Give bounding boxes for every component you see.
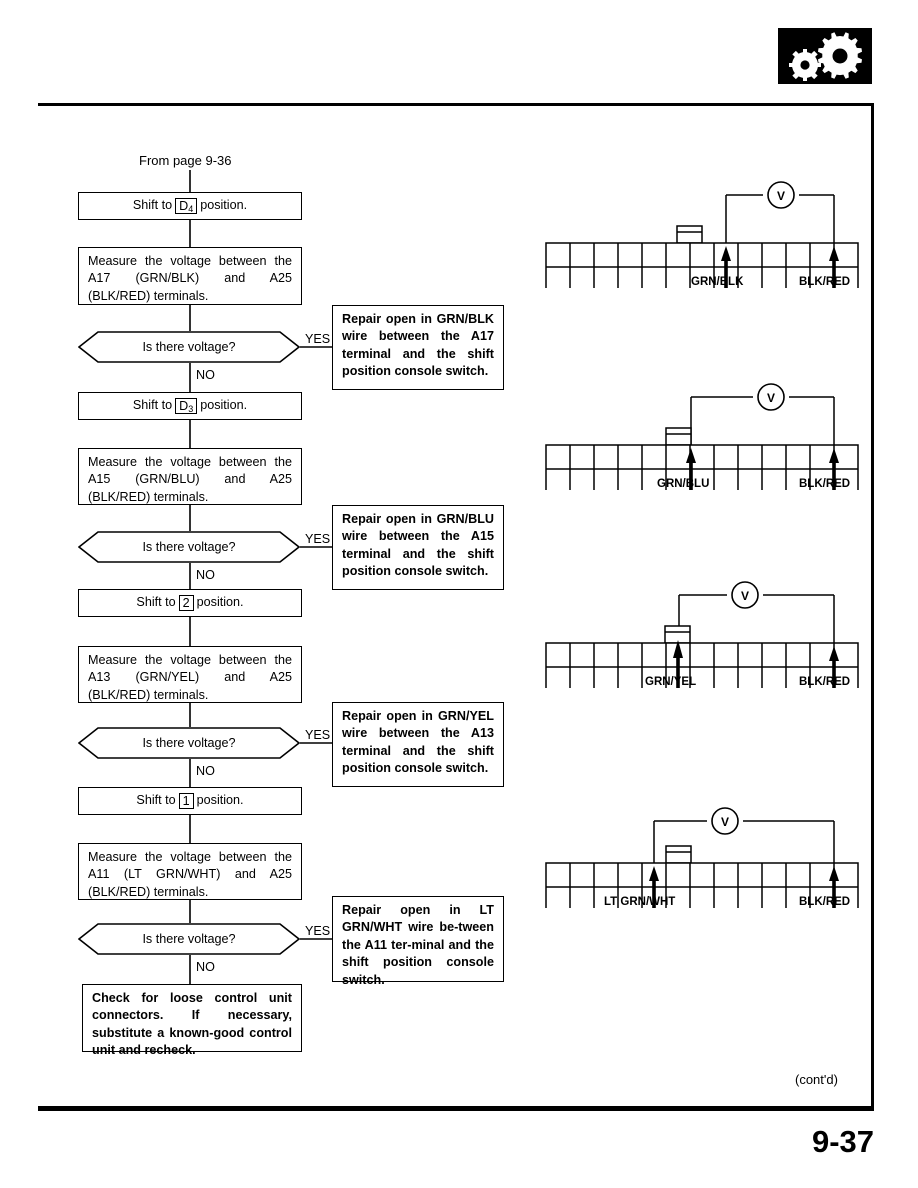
- shift-text-before: Shift to: [136, 595, 176, 610]
- no-label-3: NO: [196, 764, 215, 778]
- voltmeter-label: V: [741, 589, 749, 603]
- connector-diagram-grn-yel: V GRN/YEL BLK/RED: [541, 568, 861, 693]
- shift-text-after: position.: [196, 595, 244, 610]
- repair-box-a17: Repair open in GRN/BLK wire between the …: [332, 305, 504, 390]
- no-label-2: NO: [196, 568, 215, 582]
- probe-label-right: BLK/RED: [799, 896, 851, 908]
- yes-label-1: YES: [305, 332, 331, 346]
- shift-text-before: Shift to: [136, 793, 176, 808]
- connector-schematic: V: [545, 383, 859, 494]
- no-label-4: NO: [196, 960, 215, 974]
- decision-is-there-voltage-2: Is there voltage?: [77, 531, 301, 563]
- decision-label: Is there voltage?: [142, 932, 236, 946]
- from-page-label: From page 9-36: [139, 153, 232, 168]
- step-measure-a11: Measure the voltage between the A11 (LT …: [78, 843, 302, 900]
- yes-label-2: YES: [305, 532, 331, 546]
- probe-label-left: GRN/BLK: [691, 276, 744, 288]
- voltmeter-label: V: [767, 391, 775, 405]
- probe-label-left: LT GRN/WHT: [604, 896, 676, 908]
- connector-diagram-grn-blu: V GRN/BLU BLK/RED: [541, 370, 861, 495]
- shift-text-before: Shift to: [132, 398, 173, 413]
- step-shift-d3: Shift to D3 position.: [78, 392, 302, 420]
- shift-text-after: position.: [196, 793, 244, 808]
- gear-indicator-2: 2: [178, 594, 194, 612]
- step-shift-d4: Shift to D4 position.: [78, 192, 302, 220]
- step-measure-a17: Measure the voltage between the A17 (GRN…: [78, 247, 302, 305]
- yes-label-4: YES: [305, 924, 331, 938]
- voltmeter-label: V: [721, 815, 729, 829]
- shift-text-after: position.: [200, 398, 248, 413]
- probe-label-right: BLK/RED: [799, 478, 851, 490]
- probe-label-right: BLK/RED: [799, 676, 851, 688]
- repair-box-a11: Repair open in LT GRN/WHT wire be-tween …: [332, 896, 504, 987]
- repair-box-a15: Repair open in GRN/BLU wire between the …: [332, 505, 504, 590]
- step-final-check: Check for loose control unit connectors.…: [82, 984, 302, 1057]
- decision-is-there-voltage-4: Is there voltage?: [77, 923, 301, 955]
- connector-schematic: V: [545, 807, 859, 912]
- gear-indicator-1: 1: [178, 792, 194, 810]
- decision-label: Is there voltage?: [142, 540, 236, 554]
- step-shift-2: Shift to 2 position.: [78, 589, 302, 617]
- gear-indicator-d4: D4: [175, 197, 198, 215]
- shift-text-before: Shift to: [132, 198, 173, 213]
- probe-label-left: GRN/YEL: [645, 676, 697, 688]
- step-shift-1: Shift to 1 position.: [78, 787, 302, 815]
- decision-is-there-voltage-3: Is there voltage?: [77, 727, 301, 759]
- shift-text-after: position.: [200, 198, 248, 213]
- probe-label-left: GRN/BLU: [657, 478, 710, 490]
- voltmeter-label: V: [777, 189, 785, 203]
- decision-label: Is there voltage?: [142, 736, 236, 750]
- yes-label-3: YES: [305, 728, 331, 742]
- connector-diagram-grn-blk: V GRN/BLK BLK/RED: [541, 168, 861, 293]
- decision-is-there-voltage-1: Is there voltage?: [77, 331, 301, 363]
- step-measure-a15: Measure the voltage between the A15 (GRN…: [78, 448, 302, 505]
- no-label-1: NO: [196, 368, 215, 382]
- connector-schematic: V: [545, 181, 859, 292]
- connector-schematic: V: [545, 581, 859, 692]
- decision-label: Is there voltage?: [142, 340, 236, 354]
- probe-label-right: BLK/RED: [799, 276, 851, 288]
- repair-box-a13: Repair open in GRN/YEL wire between the …: [332, 702, 504, 787]
- connector-diagram-lt-grn-wht: V LT GRN/WHT BLK/RED: [541, 788, 861, 913]
- gear-indicator-d3: D3: [175, 397, 198, 415]
- step-measure-a13: Measure the voltage between the A13 (GRN…: [78, 646, 302, 703]
